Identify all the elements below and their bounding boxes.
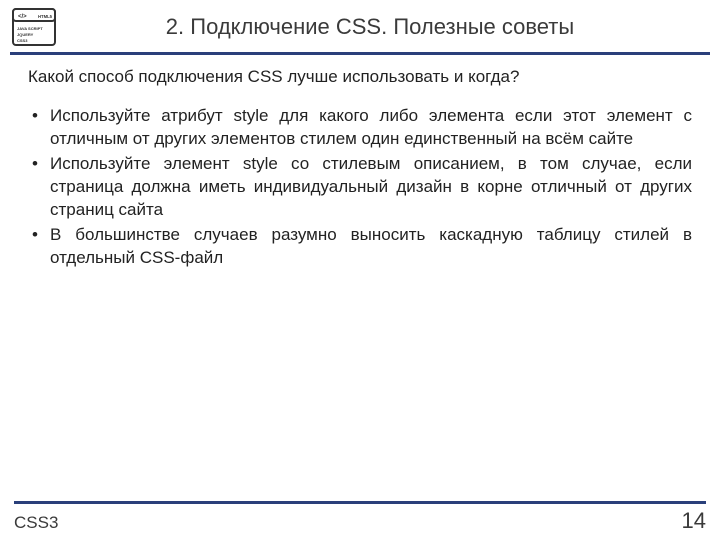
tech-logo-icon: </> HTML5 JAVA SCRIPT JQUERY CSS3 xyxy=(12,8,56,46)
svg-text:</>: </> xyxy=(18,14,27,20)
svg-text:JQUERY: JQUERY xyxy=(17,32,34,37)
list-item: В большинстве случаев разумно выносить к… xyxy=(28,224,692,270)
bullet-list: Используйте атрибут style для какого либ… xyxy=(28,105,692,270)
svg-text:CSS3: CSS3 xyxy=(17,38,28,43)
slide-header: </> HTML5 JAVA SCRIPT JQUERY CSS3 2. Под… xyxy=(0,0,720,46)
slide-footer: CSS3 14 xyxy=(0,501,720,540)
slide-content: Какой способ подключения CSS лучше испол… xyxy=(0,55,720,270)
slide-title: 2. Подключение CSS. Полезные советы xyxy=(76,14,708,40)
page-number: 14 xyxy=(682,508,706,534)
svg-text:HTML5: HTML5 xyxy=(38,14,53,19)
question-text: Какой способ подключения CSS лучше испол… xyxy=(28,67,692,87)
footer-divider xyxy=(14,501,706,504)
svg-text:JAVA SCRIPT: JAVA SCRIPT xyxy=(17,26,43,31)
list-item: Используйте элемент style со стилевым оп… xyxy=(28,153,692,222)
list-item: Используйте атрибут style для какого либ… xyxy=(28,105,692,151)
footer-label: CSS3 xyxy=(14,513,58,533)
